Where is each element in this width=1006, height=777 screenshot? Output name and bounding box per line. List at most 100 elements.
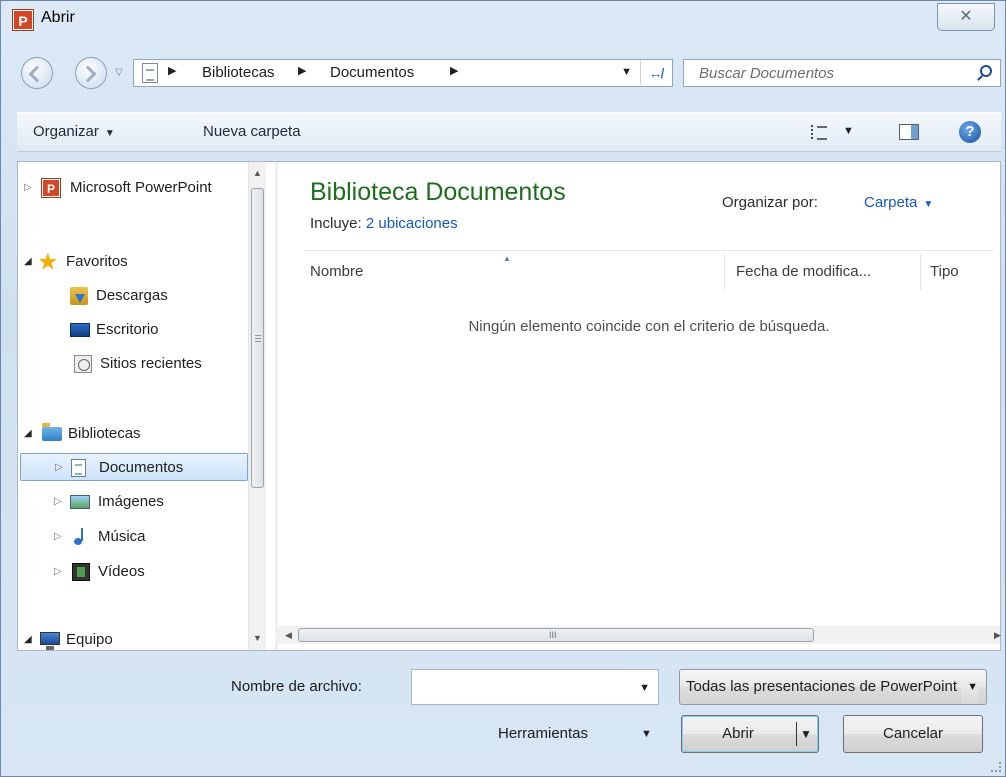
tree-item-microsoft-powerpoint[interactable]: ▷ P Microsoft PowerPoint [22, 174, 248, 202]
library-title: Biblioteca Documentos [310, 178, 566, 206]
arrange-by-label: Organizar por: [722, 194, 818, 211]
filename-input[interactable] [416, 671, 636, 703]
new-folder-button[interactable]: Nueva carpeta [203, 123, 301, 140]
tree-item-musica[interactable]: ▷ Música [22, 523, 248, 551]
column-divider[interactable] [920, 254, 921, 290]
file-type-filter-value: Todas las presentaciones de PowerPoint [686, 678, 957, 695]
scroll-up-arrow-icon[interactable]: ▲ [249, 165, 266, 182]
tree-item-imagenes[interactable]: ▷ Imágenes [22, 488, 248, 516]
tree-item-descargas[interactable]: Descargas [22, 282, 248, 310]
cancel-button[interactable]: Cancelar [843, 715, 983, 753]
desktop-icon [70, 323, 90, 337]
powerpoint-icon: P [42, 179, 60, 197]
file-list-pane: Biblioteca Documentos Incluye: 2 ubicaci… [278, 162, 1001, 650]
tree-item-label: Microsoft PowerPoint [70, 179, 212, 196]
tree-item-label: Música [98, 528, 146, 545]
scrollbar-thumb[interactable]: III [298, 628, 814, 642]
navigation-pane-scrollbar[interactable]: ▲ ▼ [248, 162, 266, 650]
expand-icon[interactable]: ▷ [54, 488, 64, 516]
tools-menu-button[interactable]: Herramientas [498, 725, 588, 742]
recent-places-icon [74, 355, 92, 373]
tree-item-label: Escritorio [96, 321, 159, 338]
search-icon[interactable] [980, 65, 992, 77]
split-divider [796, 722, 797, 746]
file-list-horizontal-scrollbar[interactable]: ◀ III ▶ [278, 626, 1001, 644]
breadcrumb-documentos[interactable]: Documentos [330, 64, 414, 81]
open-button-label: Abrir [722, 725, 754, 742]
library-locations-link[interactable]: 2 ubicaciones [366, 215, 458, 232]
breadcrumb-separator-icon[interactable]: ▶ [298, 64, 306, 77]
library-includes: Incluye: 2 ubicaciones [310, 215, 458, 232]
address-dropdown-icon[interactable]: ▼ [621, 66, 632, 78]
expand-icon[interactable]: ▷ [54, 558, 64, 586]
breadcrumb-bibliotecas[interactable]: Bibliotecas [202, 64, 275, 81]
navigation-pane: ▷ P Microsoft PowerPoint ◢ ★ Favoritos D… [18, 162, 274, 650]
open-dialog: P Abrir ✕ ▽ ▶ Bibliotecas ▶ Documentos ▶… [0, 0, 1006, 777]
tree-item-documentos[interactable]: ▷ Documentos [20, 453, 248, 481]
computer-icon [40, 632, 60, 650]
tree-item-label: Bibliotecas [68, 425, 141, 442]
collapse-icon[interactable]: ◢ [24, 248, 34, 276]
star-icon: ★ [38, 249, 58, 274]
chevron-down-icon: ▼ [104, 128, 115, 139]
scrollbar-thumb[interactable] [251, 188, 264, 488]
scroll-right-arrow-icon[interactable]: ▶ [989, 626, 1006, 644]
search-input[interactable] [684, 60, 968, 86]
scroll-down-arrow-icon[interactable]: ▼ [249, 630, 266, 647]
tree-item-sitios-recientes[interactable]: Sitios recientes [22, 350, 248, 378]
column-header-type[interactable]: Tipo [930, 254, 990, 290]
content-frame: ▷ P Microsoft PowerPoint ◢ ★ Favoritos D… [17, 161, 1001, 651]
open-button[interactable]: Abrir ▼ [681, 715, 819, 753]
back-button[interactable] [21, 57, 53, 89]
empty-results-message: Ningún elemento coincide con el criterio… [468, 318, 830, 335]
address-bar[interactable]: ▶ Bibliotecas ▶ Documentos ▶ ▼ ↮ [133, 59, 673, 87]
command-bar: Organizar ▼ Nueva carpeta ▼ ? [17, 112, 1001, 152]
collapse-icon[interactable]: ◢ [24, 420, 34, 448]
scroll-left-arrow-icon[interactable]: ◀ [280, 626, 297, 644]
search-box[interactable] [683, 59, 1001, 87]
forward-button[interactable] [75, 57, 107, 89]
column-header-name[interactable]: Nombre [310, 254, 724, 290]
organize-label: Organizar [33, 123, 99, 140]
expand-icon[interactable]: ▷ [24, 174, 34, 202]
tree-item-label: Descargas [96, 287, 168, 304]
documents-icon [71, 459, 86, 477]
arrange-by-dropdown[interactable]: Carpeta ▼ [864, 194, 933, 211]
tree-item-favoritos[interactable]: ◢ ★ Favoritos [22, 248, 248, 276]
column-divider[interactable] [724, 254, 725, 290]
tree-item-bibliotecas[interactable]: ◢ Bibliotecas [22, 420, 248, 448]
tree-item-escritorio[interactable]: Escritorio [22, 316, 248, 344]
expand-icon[interactable]: ▷ [54, 523, 64, 551]
includes-label: Incluye: [310, 215, 362, 232]
recent-locations-dropdown-icon[interactable]: ▽ [115, 67, 123, 78]
chevron-down-icon: ▼ [923, 199, 934, 210]
breadcrumb-separator-icon[interactable]: ▶ [450, 64, 458, 77]
arrange-by-value: Carpeta [864, 194, 918, 211]
music-icon [72, 528, 90, 546]
tree-item-label: Sitios recientes [100, 355, 202, 372]
filename-combobox[interactable]: ▼ [411, 669, 659, 705]
resize-grip-icon[interactable] [991, 762, 1001, 772]
organize-menu-button[interactable]: Organizar ▼ [33, 123, 115, 140]
tree-item-videos[interactable]: ▷ Vídeos [22, 558, 248, 586]
open-options-chevron-icon[interactable]: ▼ [800, 716, 812, 752]
collapse-icon[interactable]: ◢ [24, 626, 34, 650]
view-options-chevron-icon[interactable]: ▼ [843, 125, 854, 137]
title-bar: P Abrir ✕ [1, 1, 1005, 47]
column-header-date-modified[interactable]: Fecha de modifica... [736, 254, 920, 290]
refresh-icon[interactable]: ↮ [640, 61, 670, 85]
file-type-filter-select[interactable]: Todas las presentaciones de PowerPoint ▼ [679, 669, 987, 705]
forward-arrow-icon [79, 65, 97, 83]
chevron-down-icon[interactable]: ▼ [641, 728, 652, 740]
tree-item-equipo[interactable]: ◢ Equipo [22, 626, 248, 650]
help-icon[interactable]: ? [959, 121, 981, 143]
expand-icon[interactable]: ▷ [55, 454, 65, 482]
videos-icon [72, 563, 90, 581]
change-view-icon[interactable] [811, 125, 827, 140]
close-button[interactable]: ✕ [937, 3, 995, 31]
preview-pane-icon[interactable] [899, 124, 919, 140]
tree-item-label: Vídeos [98, 563, 145, 580]
chevron-down-icon[interactable]: ▼ [639, 682, 650, 694]
breadcrumb-separator-icon[interactable]: ▶ [168, 64, 176, 77]
header-divider [304, 250, 994, 251]
